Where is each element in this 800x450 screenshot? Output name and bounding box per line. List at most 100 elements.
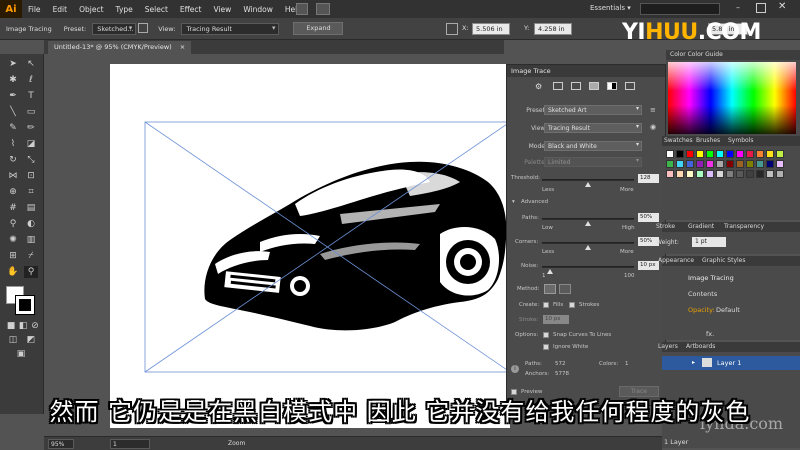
document-tab[interactable]: Untitled-13* @ 95% (CMYK/Preview) ×	[48, 41, 192, 54]
hand-tool-icon[interactable]: ✋	[6, 266, 20, 278]
minimize-icon[interactable]: –	[736, 3, 746, 13]
color-swatch[interactable]	[716, 170, 724, 178]
paths-slider[interactable]	[542, 218, 634, 220]
workspace-switcher[interactable]: Essentials ▾	[590, 4, 631, 12]
bridge-icon[interactable]	[296, 3, 308, 15]
overlapping-method-icon[interactable]	[559, 284, 571, 294]
appearance-contents[interactable]: Contents	[688, 290, 717, 298]
arrange-documents-icon[interactable]	[316, 3, 330, 15]
draw-normal-icon[interactable]: ◫	[6, 334, 20, 346]
opacity-label[interactable]: Opacity:	[688, 306, 715, 314]
color-swatch[interactable]	[716, 150, 724, 158]
threshold-slider[interactable]	[542, 179, 634, 181]
selection-tool-icon[interactable]: ➤	[6, 58, 20, 70]
screen-mode-icon[interactable]: ▣	[14, 348, 28, 360]
tab-graphic-styles[interactable]: Graphic Styles	[702, 257, 745, 264]
abutting-method-icon[interactable]	[544, 284, 556, 294]
threshold-slider-knob[interactable]	[585, 182, 591, 187]
color-swatch[interactable]	[776, 170, 784, 178]
pen-tool-icon[interactable]: ✒	[6, 90, 20, 102]
rotate-tool-icon[interactable]: ↻	[6, 154, 20, 166]
view-select[interactable]: Tracing Result	[544, 123, 642, 133]
color-swatch[interactable]	[676, 150, 684, 158]
color-spectrum[interactable]	[668, 62, 796, 134]
tab-brushes[interactable]: Brushes	[696, 137, 720, 144]
color-swatch[interactable]	[756, 170, 764, 178]
ignore-white-checkbox[interactable]	[543, 344, 549, 350]
color-swatch[interactable]	[696, 160, 704, 168]
eyedropper-tool-icon[interactable]: ⚲	[6, 218, 20, 230]
color-swatch[interactable]	[686, 150, 694, 158]
menu-object[interactable]: Object	[73, 5, 109, 14]
symbol-sprayer-tool-icon[interactable]: ✺	[6, 234, 20, 246]
color-swatch[interactable]	[706, 150, 714, 158]
image-trace-title[interactable]: Image Trace	[507, 65, 665, 77]
perspective-grid-tool-icon[interactable]: ⌗	[24, 186, 38, 198]
artboard-navigation-select[interactable]: 1	[110, 439, 150, 449]
color-swatch[interactable]	[746, 170, 754, 178]
layer-row[interactable]: ▸ Layer 1	[662, 356, 800, 370]
color-swatch[interactable]	[746, 160, 754, 168]
color-swatch[interactable]	[666, 170, 674, 178]
color-swatch[interactable]	[706, 160, 714, 168]
color-swatch[interactable]	[756, 160, 764, 168]
paintbrush-tool-icon[interactable]: ✎	[6, 122, 20, 134]
zoom-level-select[interactable]: 95%	[48, 439, 74, 449]
color-swatch[interactable]	[716, 160, 724, 168]
color-swatch[interactable]	[756, 150, 764, 158]
advanced-toggle[interactable]: Advanced	[521, 199, 548, 205]
corners-slider[interactable]	[542, 242, 634, 244]
color-swatch[interactable]	[746, 150, 754, 158]
preset-select[interactable]: Sketched Art	[544, 105, 642, 115]
tab-appearance[interactable]: Appearance	[658, 257, 694, 264]
menu-file[interactable]: File	[22, 5, 47, 14]
color-swatch[interactable]	[686, 170, 694, 178]
tab-artboards[interactable]: Artboards	[686, 343, 715, 350]
palette-select[interactable]: Limited	[544, 157, 642, 167]
low-color-preset-icon[interactable]	[571, 82, 581, 90]
draw-behind-icon[interactable]: ◩	[24, 334, 38, 346]
mesh-tool-icon[interactable]: #	[6, 202, 20, 214]
noise-slider-knob[interactable]	[547, 269, 554, 274]
color-swatch[interactable]	[726, 170, 734, 178]
color-swatch[interactable]	[666, 150, 674, 158]
blend-tool-icon[interactable]: ◐	[24, 218, 38, 230]
maximize-icon[interactable]	[756, 3, 766, 13]
x-field[interactable]: 5.506 in	[472, 23, 510, 35]
blob-brush-tool-icon[interactable]: ⌇	[6, 138, 20, 150]
free-transform-tool-icon[interactable]: ⊡	[24, 170, 38, 182]
mode-select[interactable]: Black and White	[544, 141, 642, 151]
menu-select[interactable]: Select	[139, 5, 174, 14]
grayscale-preset-icon[interactable]	[589, 82, 599, 90]
menu-type[interactable]: Type	[110, 5, 139, 14]
rectangle-tool-icon[interactable]: ▭	[24, 106, 38, 118]
eye-icon[interactable]: ◉	[650, 123, 656, 131]
auto-color-preset-icon[interactable]: ⚙	[535, 82, 542, 91]
tab-swatches[interactable]: Swatches	[664, 137, 693, 144]
paths-field[interactable]: 50%	[638, 213, 659, 222]
y-field[interactable]: 4.258 in	[534, 23, 572, 35]
threshold-field[interactable]: 128	[638, 174, 659, 183]
width-tool-icon[interactable]: ⋈	[6, 170, 20, 182]
pencil-tool-icon[interactable]: ✏	[24, 122, 38, 134]
gradient-tool-icon[interactable]: ▤	[24, 202, 38, 214]
control-view-select[interactable]: Tracing Result	[181, 22, 280, 35]
control-preset-select[interactable]: Sketched...	[92, 22, 137, 35]
tab-layers[interactable]: Layers	[658, 343, 678, 350]
close-tab-icon[interactable]: ×	[180, 43, 185, 51]
zoom-tool-icon[interactable]: ⚲	[24, 266, 38, 278]
help-search-input[interactable]	[640, 3, 720, 15]
color-swatch[interactable]	[696, 150, 704, 158]
shape-builder-tool-icon[interactable]: ⊕	[6, 186, 20, 198]
noise-slider[interactable]	[542, 266, 634, 268]
scale-tool-icon[interactable]: ⤡	[24, 154, 38, 166]
expand-button[interactable]: Expand	[293, 22, 344, 35]
color-swatch[interactable]	[726, 150, 734, 158]
tab-gradient[interactable]: Gradient	[688, 223, 714, 230]
color-swatch[interactable]	[676, 170, 684, 178]
color-swatch[interactable]	[766, 170, 774, 178]
color-swatch[interactable]	[766, 150, 774, 158]
color-swatch[interactable]	[666, 160, 674, 168]
type-tool-icon[interactable]: T	[24, 90, 38, 102]
strokes-checkbox[interactable]	[569, 302, 575, 308]
